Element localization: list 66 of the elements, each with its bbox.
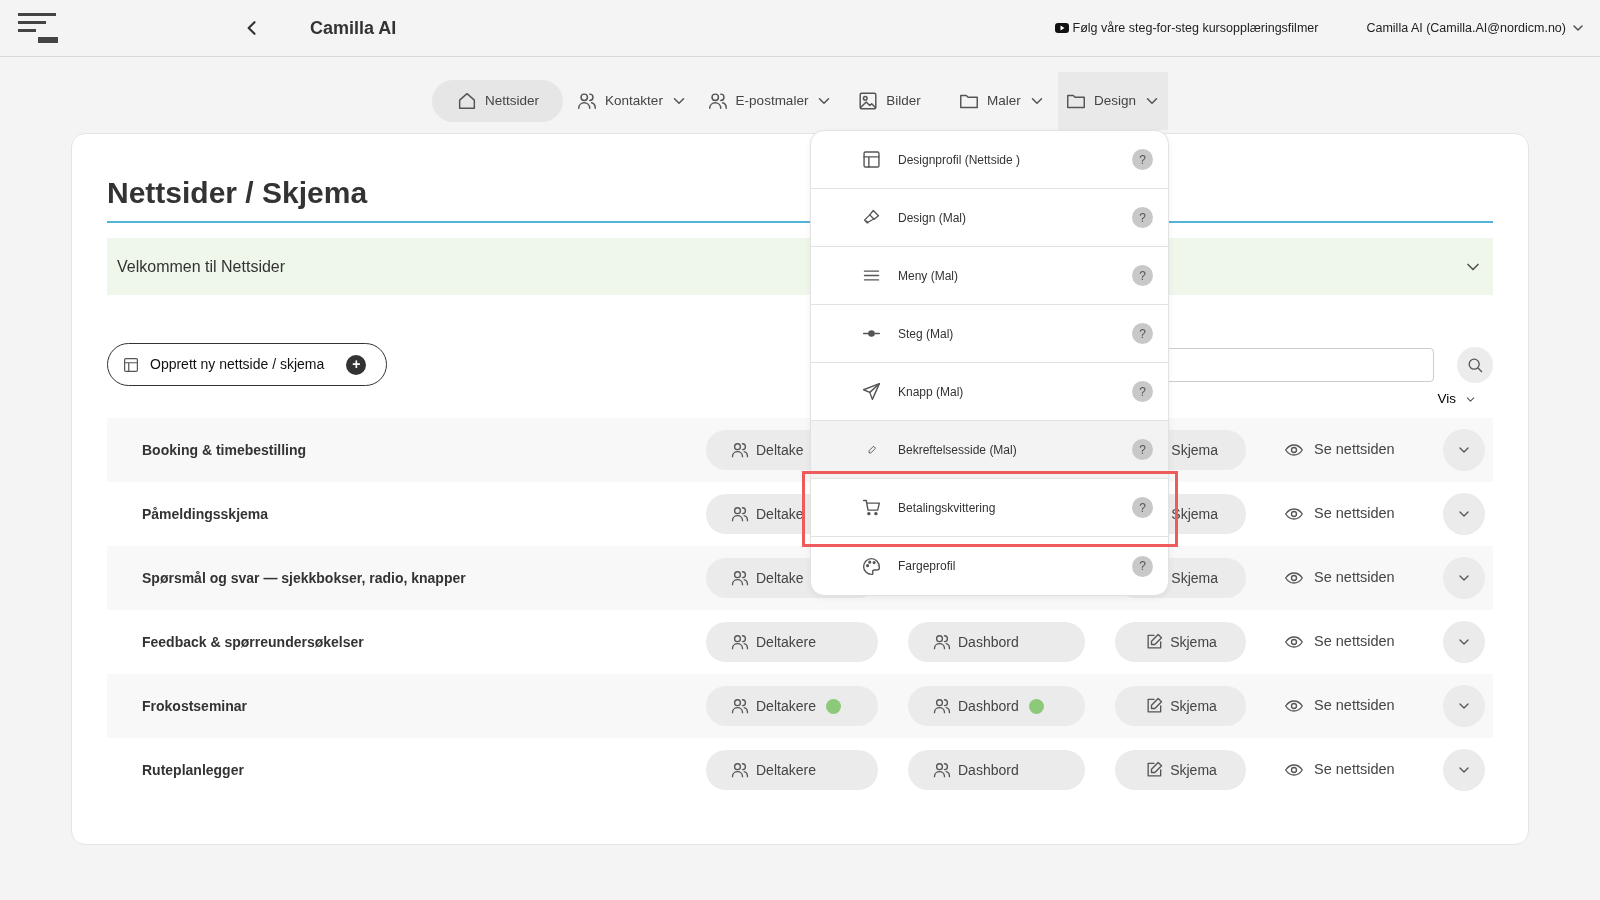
- menu-item[interactable]: Betalingskvittering ?: [811, 479, 1168, 537]
- nav-tab[interactable]: Maler: [952, 80, 1052, 122]
- people-icon: [706, 90, 729, 112]
- image-icon: [857, 90, 880, 112]
- layout-icon: [861, 149, 882, 170]
- help-icon[interactable]: ?: [1132, 497, 1153, 518]
- video-icon: [1054, 23, 1069, 33]
- welcome-text: Velkommen til Nettsider: [117, 256, 286, 277]
- view-link[interactable]: Se nettsiden: [1276, 759, 1416, 782]
- help-icon[interactable]: ?: [1132, 207, 1153, 228]
- view-link[interactable]: Se nettsiden: [1276, 439, 1416, 462]
- video-link[interactable]: Følg våre steg-for-steg kursopplæringsfilmer: [1072, 18, 1319, 38]
- pill-button[interactable]: Dashbord: [908, 622, 1085, 663]
- menu-item[interactable]: Steg (Mal) ?: [811, 305, 1168, 363]
- pill-button[interactable]: Dashbord: [908, 750, 1085, 791]
- create-button[interactable]: Opprett ny nettside / skjema +: [107, 343, 388, 386]
- help-icon[interactable]: ?: [1132, 323, 1153, 344]
- expand-button[interactable]: [1443, 621, 1485, 664]
- pill-button[interactable]: Deltakere: [706, 622, 878, 663]
- view-link[interactable]: Se nettsiden: [1276, 503, 1416, 526]
- row-title: Frokostseminar: [141, 696, 249, 716]
- expand-button[interactable]: [1443, 685, 1485, 728]
- form-button[interactable]: Skjema: [1115, 750, 1246, 791]
- pill-button[interactable]: Deltakere: [706, 686, 878, 727]
- cart-icon: [861, 497, 882, 518]
- search-button[interactable]: [1457, 346, 1493, 383]
- row-title: Booking & timebestilling: [141, 440, 308, 460]
- view-link[interactable]: Se nettsiden: [1276, 567, 1416, 590]
- view-link[interactable]: Se nettsiden: [1276, 631, 1416, 654]
- paper-plane-icon: [861, 381, 882, 402]
- nav-tab[interactable]: Nettsider: [432, 80, 563, 122]
- app-title: Camilla AI: [310, 16, 397, 40]
- pill-button[interactable]: Deltakere: [706, 750, 878, 791]
- form-button[interactable]: Skjema: [1115, 622, 1246, 663]
- view-dropdown[interactable]: Vis: [1431, 388, 1483, 411]
- nav-tab[interactable]: Bilder: [848, 80, 930, 122]
- layout-icon: [122, 355, 140, 374]
- menu-item[interactable]: Designprofil (Nettside ) ?: [811, 131, 1168, 189]
- plus-icon: +: [346, 354, 367, 375]
- menu-item[interactable]: Bekreftelsesside (Mal) ?: [811, 421, 1168, 479]
- nav-tab[interactable]: Kontakter: [572, 80, 692, 122]
- expand-button[interactable]: [1443, 493, 1485, 536]
- expand-button[interactable]: [1443, 557, 1485, 600]
- row-title: Feedback & spørreundersøkelser: [141, 632, 365, 652]
- menu-icon[interactable]: [18, 11, 58, 45]
- expand-button[interactable]: [1443, 749, 1485, 792]
- menu-item[interactable]: Design (Mal) ?: [811, 189, 1168, 247]
- palette-icon: [861, 555, 882, 577]
- people-icon: [576, 90, 599, 112]
- menu-item[interactable]: Meny (Mal) ?: [811, 247, 1168, 305]
- row-title: Påmeldingsskjema: [141, 504, 270, 524]
- nav-tab[interactable]: Design: [1058, 72, 1168, 130]
- help-icon[interactable]: ?: [1132, 265, 1153, 286]
- help-icon[interactable]: ?: [1132, 555, 1153, 577]
- user-menu[interactable]: Camilla AI (Camilla.AI@nordicm.no): [1366, 18, 1586, 38]
- pill-button[interactable]: Dashbord: [908, 686, 1085, 727]
- row-title: Ruteplanlegger: [141, 760, 245, 780]
- row-title: Spørsmål og svar — sjekkbokser, radio, knapper: [141, 568, 467, 588]
- help-icon[interactable]: ?: [1132, 439, 1153, 460]
- form-button[interactable]: Skjema: [1115, 686, 1246, 727]
- help-icon[interactable]: ?: [1132, 381, 1153, 402]
- view-link[interactable]: Se nettsiden: [1276, 695, 1416, 718]
- nav-tab[interactable]: E-postmaler: [700, 80, 840, 122]
- expand-button[interactable]: [1443, 429, 1485, 472]
- help-icon[interactable]: ?: [1132, 149, 1153, 170]
- home-icon: [456, 90, 478, 112]
